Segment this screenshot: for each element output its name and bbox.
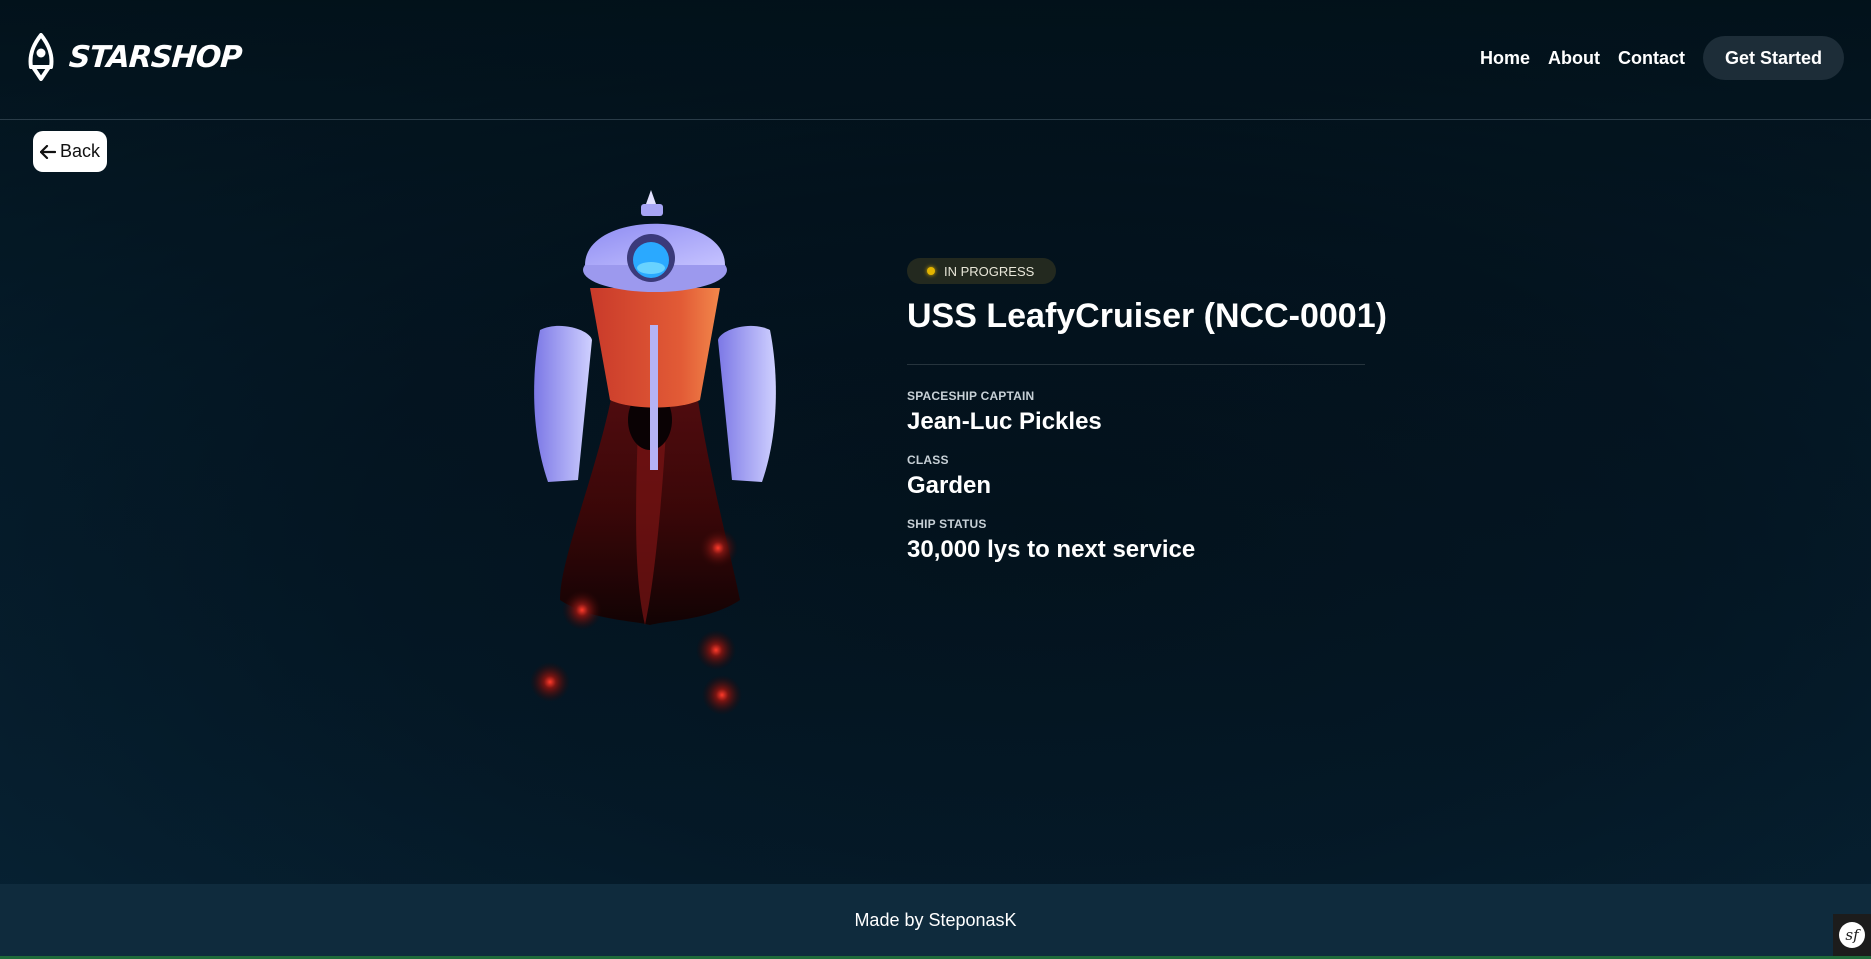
site-footer: Made by SteponasK (0, 884, 1871, 956)
get-started-button[interactable]: Get Started (1702, 36, 1844, 80)
captain-value: Jean-Luc Pickles (907, 408, 1102, 435)
brand-logo[interactable]: STARSHOP (23, 33, 243, 81)
class-label: CLASS (907, 453, 949, 467)
rocket-icon (28, 33, 54, 81)
footer-credit: Made by SteponasK (854, 909, 1017, 930)
ship-title: USS LeafyCruiser (NCC-0001) (907, 297, 1387, 335)
status-badge-label: IN PROGRESS (944, 263, 1035, 279)
ship-status-value: 30,000 lys to next service (907, 536, 1196, 563)
spaceship-image (530, 190, 776, 715)
back-button[interactable]: Back (33, 131, 107, 172)
status-dot-icon (927, 267, 935, 275)
nav-about-link[interactable]: About (1548, 36, 1600, 80)
brand-name: STARSHOP (67, 39, 243, 75)
site-header: STARSHOP Home About Contact Get Started (0, 0, 1871, 120)
debug-toolbar-toggle[interactable]: sf (1833, 914, 1871, 956)
arrow-left-icon (39, 144, 56, 159)
captain-label: SPACESHIP CAPTAIN (907, 389, 1035, 403)
ship-details: IN PROGRESS USS LeafyCruiser (NCC-0001) … (907, 258, 1387, 565)
nav-contact-link[interactable]: Contact (1618, 36, 1685, 80)
nav-home-link[interactable]: Home (1480, 36, 1530, 80)
symfony-icon: sf (1839, 922, 1865, 948)
status-badge: IN PROGRESS (907, 258, 1057, 284)
ship-status-label: SHIP STATUS (907, 517, 987, 531)
class-value: Garden (907, 472, 992, 499)
back-button-label: Back (59, 141, 101, 161)
main-nav: Home About Contact Get Started (1462, 36, 1844, 80)
details-divider (907, 364, 1365, 365)
